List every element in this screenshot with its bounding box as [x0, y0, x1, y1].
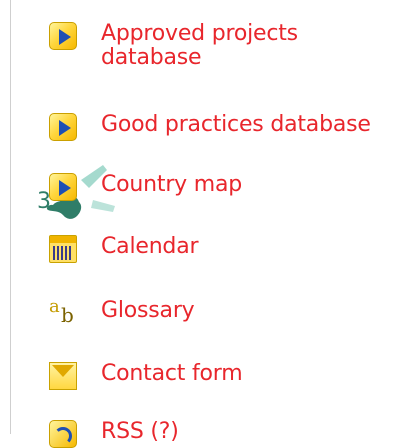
menu-item-glossary[interactable]: ab Glossary	[49, 296, 195, 327]
menu-item-rss[interactable]: RSS (?)	[49, 420, 179, 448]
glossary-icon: ab	[49, 296, 74, 327]
menu-item-contact-form[interactable]: Contact form	[49, 361, 243, 390]
menu-item-good-practices[interactable]: Good practices database	[49, 113, 391, 141]
arrow-right-icon	[49, 22, 77, 50]
menu-item-approved-projects[interactable]: Approved projects database	[49, 22, 351, 70]
menu-item-calendar[interactable]: Calendar	[49, 234, 199, 263]
rss-icon	[49, 420, 77, 448]
menu-item-label: Calendar	[101, 234, 199, 259]
menu-item-label: Country map	[101, 172, 243, 197]
calendar-icon	[49, 235, 77, 263]
menu-item-label: RSS (?)	[101, 419, 179, 444]
menu-item-label: Good practices database	[101, 112, 371, 137]
menu-item-label: Glossary	[101, 298, 195, 323]
menu-item-label: Approved projects database	[101, 21, 298, 70]
arrow-right-icon	[49, 113, 77, 141]
arrow-right-icon	[49, 173, 77, 201]
sidebar-menu: 3 Approved projects database Good practi…	[10, 0, 417, 448]
mail-icon	[49, 362, 77, 390]
menu-item-label: Contact form	[101, 361, 243, 386]
menu-item-country-map[interactable]: Country map	[49, 173, 242, 201]
